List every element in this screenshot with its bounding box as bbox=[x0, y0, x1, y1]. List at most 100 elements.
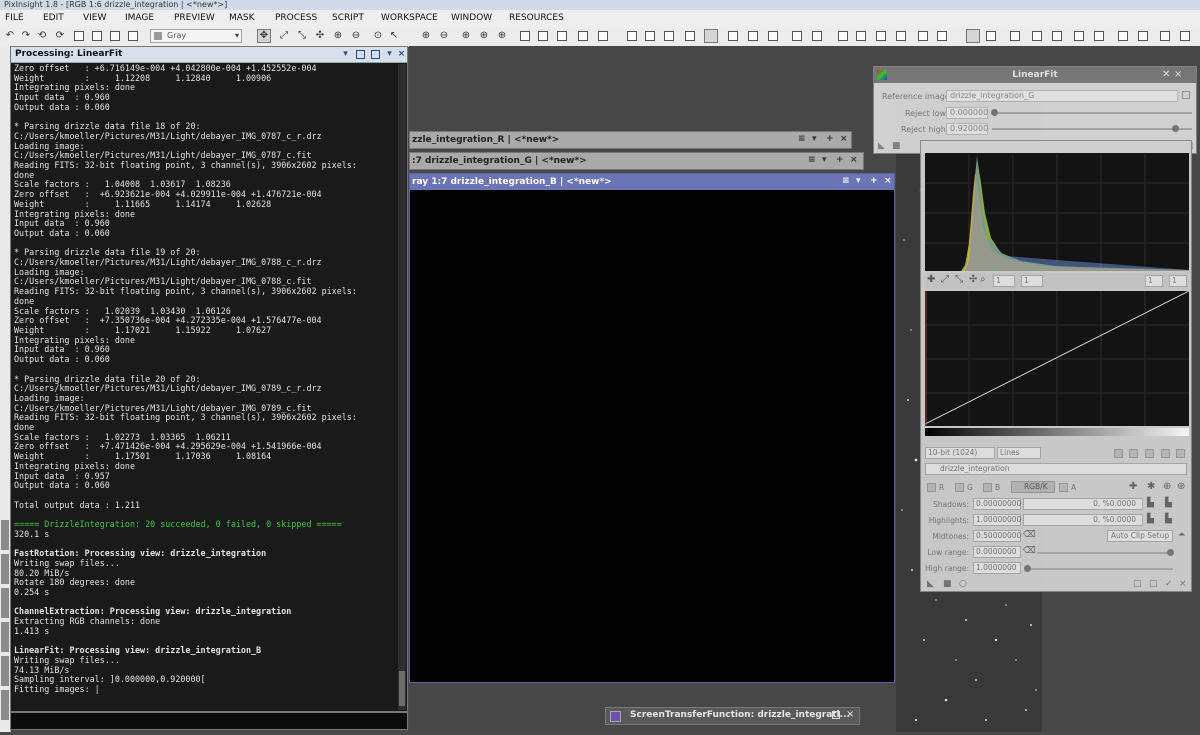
stf-icon[interactable] bbox=[768, 31, 778, 41]
undo-icon[interactable]: ↶ bbox=[4, 30, 16, 42]
channel-r-toggle[interactable] bbox=[927, 483, 936, 492]
preview-icon[interactable] bbox=[538, 31, 548, 41]
target-icon[interactable]: ⊕ bbox=[1177, 481, 1185, 492]
stf-icon[interactable] bbox=[812, 31, 822, 41]
window-icon[interactable] bbox=[1138, 31, 1148, 41]
new-instance-icon[interactable]: ◣ bbox=[878, 141, 885, 151]
image-window-r[interactable]: zzle_integration_R | <*new*> ≡ ▾ + × bbox=[409, 131, 852, 149]
horizontal-zoom-spin[interactable]: 1 bbox=[993, 275, 1015, 287]
close-icon[interactable]: × bbox=[846, 709, 854, 720]
readout-icon[interactable]: ⊙ bbox=[372, 30, 384, 42]
close-icon[interactable]: × bbox=[884, 177, 892, 186]
high-range-field[interactable]: 1.0000000 bbox=[973, 562, 1021, 574]
side-tab[interactable] bbox=[1, 520, 9, 550]
side-tab[interactable] bbox=[1, 656, 9, 686]
restore-icon[interactable] bbox=[832, 711, 840, 719]
window-icon[interactable] bbox=[1010, 31, 1020, 41]
auto-clip-setup-button[interactable]: Auto Clip Setup bbox=[1107, 530, 1173, 542]
side-tab[interactable] bbox=[1, 690, 9, 720]
select-view-icon[interactable] bbox=[1182, 91, 1190, 99]
cursor-icon[interactable]: ↖ bbox=[388, 30, 400, 42]
close-icon[interactable]: × bbox=[840, 135, 848, 144]
preview-icon[interactable] bbox=[578, 31, 588, 41]
side-tab[interactable] bbox=[1, 588, 9, 618]
mask-icon[interactable] bbox=[627, 31, 637, 41]
reset-icon[interactable]: □ bbox=[1133, 579, 1142, 589]
menu-preview[interactable]: PREVIEW bbox=[174, 13, 215, 23]
reject-high-field[interactable]: 0.920000 bbox=[946, 123, 988, 135]
zoom-out-icon[interactable]: ⊖ bbox=[438, 30, 450, 42]
zoom-fit-icon[interactable]: ✚ bbox=[927, 274, 935, 285]
zoom-icon[interactable]: ✚ bbox=[1129, 481, 1137, 492]
zoom-icon[interactable]: ⌕ bbox=[980, 274, 986, 285]
image-icon[interactable] bbox=[128, 31, 138, 41]
graph-style-select[interactable]: Lines bbox=[997, 447, 1041, 459]
log-icon[interactable] bbox=[1114, 449, 1123, 458]
stf-icon[interactable] bbox=[792, 31, 802, 41]
mask-icon[interactable] bbox=[664, 31, 674, 41]
preview-icon[interactable] bbox=[598, 31, 608, 41]
menu-image[interactable]: IMAGE bbox=[125, 13, 154, 23]
menu-mask[interactable]: MASK bbox=[229, 13, 255, 23]
side-tab[interactable] bbox=[1, 554, 9, 584]
window-icon[interactable] bbox=[966, 29, 980, 43]
reject-low-field[interactable]: 0.000000 bbox=[946, 107, 988, 119]
high-range-slider[interactable] bbox=[1025, 568, 1173, 570]
output-zoom-spin[interactable]: 1 bbox=[1145, 275, 1163, 287]
mask-icon[interactable] bbox=[685, 31, 695, 41]
preview-icon[interactable]: ○ bbox=[959, 579, 967, 589]
stf-icon[interactable] bbox=[838, 31, 848, 41]
clip-icon[interactable]: ▙ bbox=[1147, 498, 1154, 508]
console-scrollbar[interactable] bbox=[398, 64, 406, 710]
reset-icon[interactable]: ⌫ bbox=[1023, 530, 1036, 540]
window-icon[interactable] bbox=[1094, 31, 1104, 41]
shade-icon[interactable]: ≡ bbox=[842, 177, 850, 186]
gear-icon[interactable]: ✱ bbox=[1147, 481, 1155, 492]
redo-all-icon[interactable]: ⟳ bbox=[54, 30, 66, 42]
shadows-field[interactable]: 0.00000000 bbox=[973, 498, 1021, 510]
close-icon[interactable]: × bbox=[397, 50, 406, 59]
channel-a-toggle[interactable] bbox=[1059, 483, 1068, 492]
color-space-select[interactable]: Gray ▾ bbox=[150, 29, 242, 43]
minimize-icon[interactable]: ▾ bbox=[812, 135, 817, 144]
low-range-field[interactable]: 0.0000000 bbox=[973, 546, 1021, 558]
menu-script[interactable]: SCRIPT bbox=[332, 13, 364, 23]
shade-icon[interactable]: ≡ bbox=[798, 135, 806, 144]
log-icon[interactable] bbox=[1161, 449, 1170, 458]
vertical-zoom-spin[interactable]: 1 bbox=[1021, 275, 1043, 287]
preview-icon[interactable] bbox=[557, 31, 567, 41]
image-icon[interactable] bbox=[74, 31, 84, 41]
reject-high-slider[interactable] bbox=[992, 128, 1192, 130]
midtones-gradient[interactable] bbox=[925, 428, 1189, 436]
pin-icon[interactable]: ✕ bbox=[1162, 69, 1170, 80]
chevron-up-icon[interactable]: ⏶ bbox=[1178, 530, 1185, 540]
reject-low-slider-handle[interactable] bbox=[991, 109, 998, 116]
image-icon[interactable] bbox=[92, 31, 102, 41]
pin-icon[interactable]: ▾ bbox=[385, 50, 394, 59]
menu-workspace[interactable]: WORKSPACE bbox=[381, 13, 438, 23]
maximize-icon[interactable] bbox=[371, 50, 380, 59]
zoom-icon[interactable]: ⊕ bbox=[332, 30, 344, 42]
menu-view[interactable]: VIEW bbox=[83, 13, 106, 23]
check-icon[interactable]: ✓ bbox=[1165, 579, 1173, 589]
window-icon[interactable] bbox=[1160, 31, 1170, 41]
zoom-fit-icon[interactable]: ⊕ bbox=[478, 30, 490, 42]
image-icon[interactable] bbox=[110, 31, 120, 41]
view-select[interactable]: drizzle_integration bbox=[925, 463, 1187, 475]
stf-icon[interactable] bbox=[896, 31, 906, 41]
window-icon[interactable] bbox=[1180, 31, 1190, 41]
minimize-icon[interactable]: ▾ bbox=[856, 177, 861, 186]
channel-b-toggle[interactable] bbox=[983, 483, 992, 492]
pan-icon[interactable]: ✥ bbox=[258, 30, 270, 42]
menu-window[interactable]: WINDOW bbox=[451, 13, 492, 23]
menu-process[interactable]: PROCESS bbox=[275, 13, 317, 23]
window-icon[interactable] bbox=[1118, 31, 1128, 41]
mask-icon[interactable] bbox=[704, 29, 718, 43]
channel-rgbk-toggle[interactable]: RGB/K bbox=[1011, 481, 1055, 493]
highlights-field[interactable]: 1.00000000 bbox=[973, 514, 1021, 526]
window-icon[interactable] bbox=[986, 31, 996, 41]
console-command-input[interactable] bbox=[10, 712, 408, 730]
zoom-fit-icon[interactable]: ⤡ bbox=[955, 274, 963, 285]
clip-icon[interactable]: ▙ bbox=[1165, 514, 1172, 524]
fit-icon[interactable]: ⤡ bbox=[296, 30, 308, 42]
